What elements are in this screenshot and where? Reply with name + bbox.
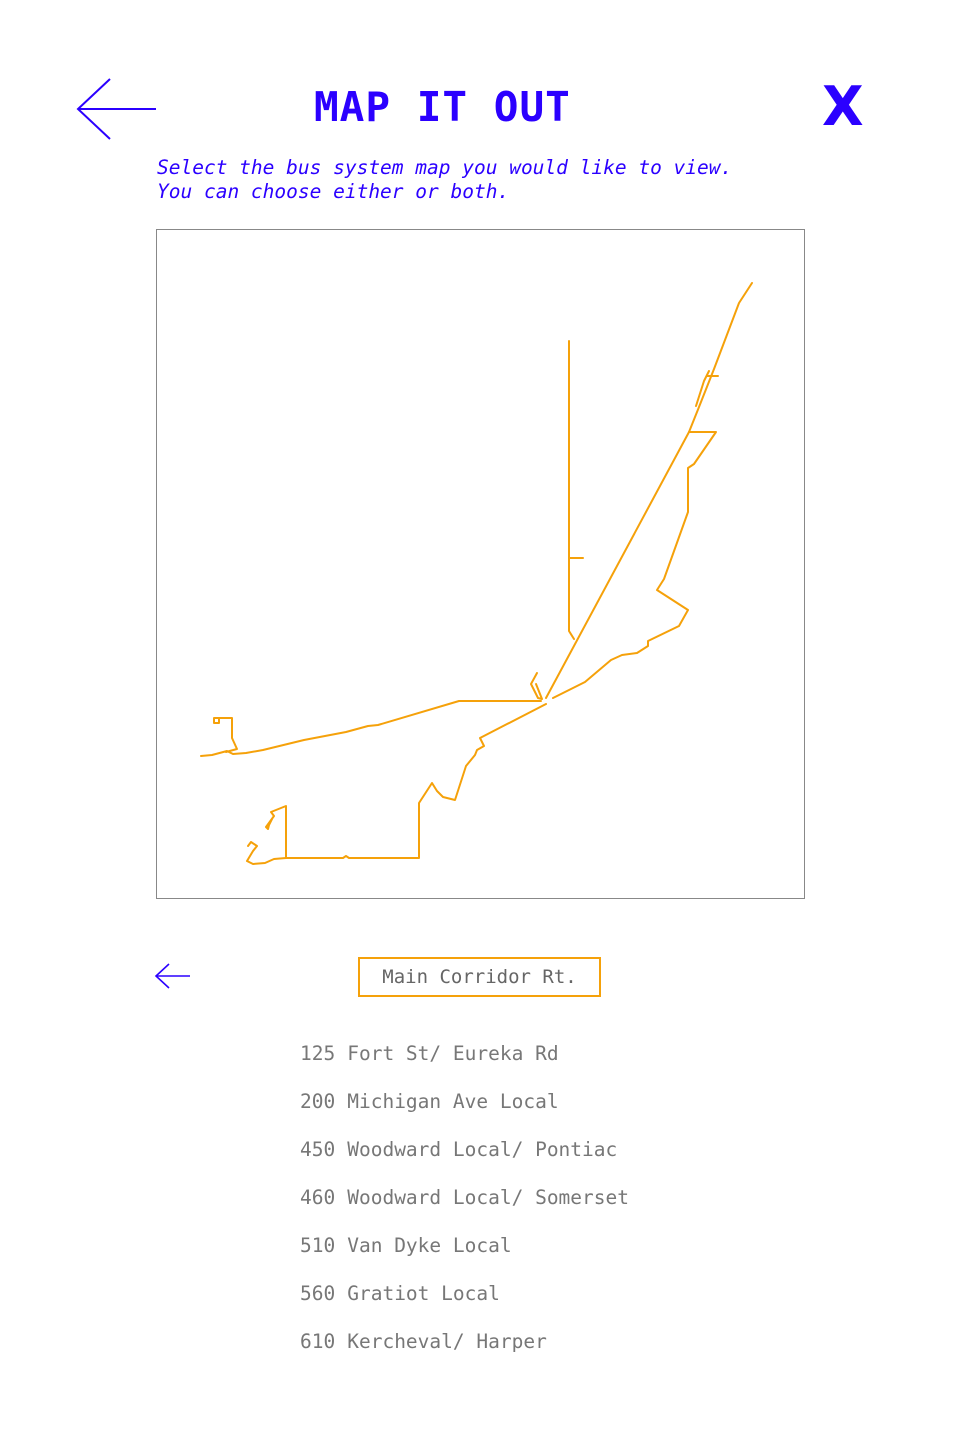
route-item[interactable]: 200 Michigan Ave Local	[300, 1086, 629, 1134]
route-line-junction	[530, 672, 543, 700]
close-button[interactable]: X	[822, 78, 864, 136]
route-name: Woodward Local/ Somerset	[347, 1186, 629, 1209]
page-title: MAP IT OUT	[314, 83, 571, 131]
route-name: Kercheval/ Harper	[347, 1330, 547, 1353]
route-line-woodward	[545, 282, 753, 699]
instructions-line-2: You can choose either or both.	[157, 180, 510, 203]
route-list: 125 Fort St/ Eureka Rd 200 Michigan Ave Lo…	[300, 1038, 629, 1374]
instructions-text: Select the bus system map you would like…	[157, 156, 837, 204]
route-number: 510	[300, 1234, 336, 1257]
route-number: 610	[300, 1330, 336, 1353]
route-line-fort-st	[246, 703, 547, 865]
route-number: 450	[300, 1138, 336, 1161]
arrow-left-icon	[76, 78, 156, 140]
route-item[interactable]: 560 Gratiot Local	[300, 1278, 629, 1326]
arrow-left-icon	[154, 963, 190, 989]
route-category-selector[interactable]: Main Corridor Rt.	[358, 957, 601, 997]
route-line-michigan-loop	[213, 717, 238, 753]
route-number: 460	[300, 1186, 336, 1209]
back-button[interactable]	[76, 76, 158, 142]
route-number: 560	[300, 1282, 336, 1305]
route-item[interactable]: 125 Fort St/ Eureka Rd	[300, 1038, 629, 1086]
route-number: 125	[300, 1042, 336, 1065]
route-line-gratiot	[552, 431, 717, 699]
route-name: Fort St/ Eureka Rd	[347, 1042, 559, 1065]
route-line-van-dyke	[568, 340, 575, 640]
route-item[interactable]: 450 Woodward Local/ Pontiac	[300, 1134, 629, 1182]
route-number: 200	[300, 1090, 336, 1113]
route-map-drawing	[200, 282, 753, 865]
bus-system-map[interactable]	[156, 229, 805, 899]
instructions-line-1: Select the bus system map you would like…	[157, 156, 733, 179]
route-name: Michigan Ave Local	[347, 1090, 559, 1113]
route-item[interactable]: 460 Woodward Local/ Somerset	[300, 1182, 629, 1230]
route-name: Gratiot Local	[347, 1282, 500, 1305]
route-item[interactable]: 610 Kercheval/ Harper	[300, 1326, 629, 1374]
route-line-michigan	[200, 700, 542, 757]
previous-route-button[interactable]	[154, 962, 192, 990]
route-item[interactable]: 510 Van Dyke Local	[300, 1230, 629, 1278]
route-name: Van Dyke Local	[347, 1234, 512, 1257]
route-name: Woodward Local/ Pontiac	[347, 1138, 618, 1161]
